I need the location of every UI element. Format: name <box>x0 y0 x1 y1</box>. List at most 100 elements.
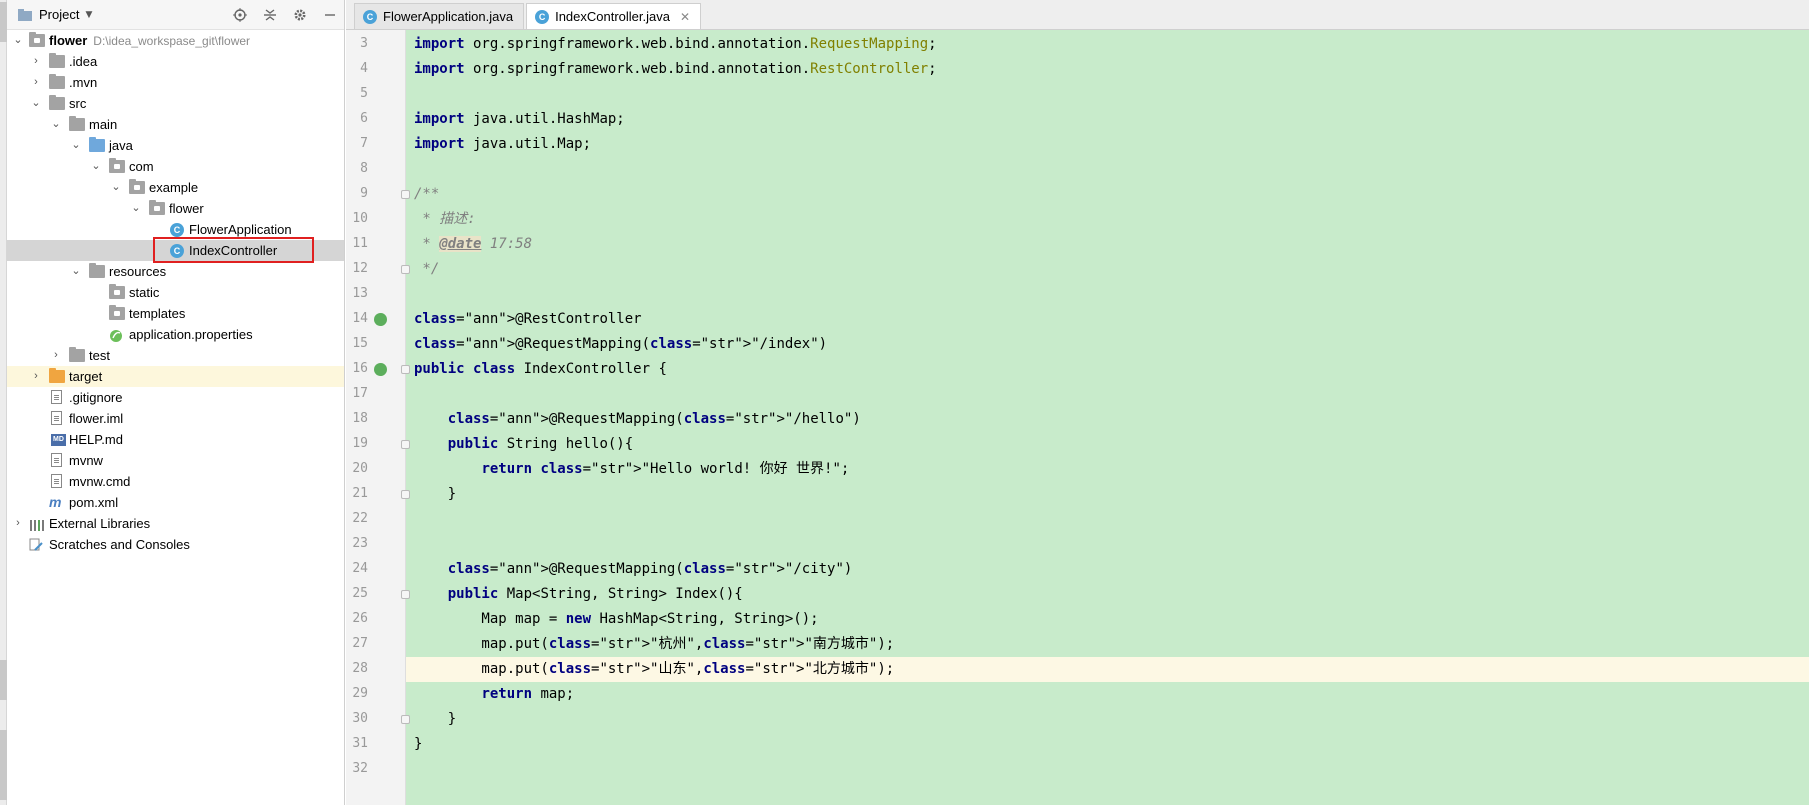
tab-flower-application[interactable]: C FlowerApplication.java <box>354 3 525 29</box>
chevron-right-icon[interactable]: › <box>29 51 43 72</box>
fold-marker-icon[interactable] <box>401 265 410 274</box>
code-line[interactable] <box>414 157 1809 182</box>
code-line[interactable]: /** <box>414 182 1809 207</box>
tree-item-example[interactable]: ⌄ example <box>7 177 344 198</box>
tree-item-target[interactable]: › target <box>7 366 344 387</box>
tree-item-flower-iml[interactable]: flower.iml <box>7 408 344 429</box>
code-line[interactable]: public String hello(){ <box>414 432 1809 457</box>
code-lines[interactable]: import org.springframework.web.bind.anno… <box>406 30 1809 805</box>
chevron-right-icon[interactable]: › <box>29 72 43 93</box>
fold-marker-icon[interactable] <box>401 590 410 599</box>
tree-item-flower-root[interactable]: ⌄ flower D:\idea_workspase_git\flower <box>7 30 344 51</box>
fold-marker-icon[interactable] <box>401 490 410 499</box>
tree-item-com[interactable]: ⌄ com <box>7 156 344 177</box>
tree-item-idea[interactable]: › .idea <box>7 51 344 72</box>
spring-bean-gutter-icon[interactable] <box>374 313 387 326</box>
class-icon: C <box>535 9 550 24</box>
chevron-down-icon[interactable]: ⌄ <box>11 30 25 51</box>
code-line[interactable]: import java.util.Map; <box>414 132 1809 157</box>
chevron-down-icon[interactable]: ⌄ <box>89 156 103 177</box>
chevron-down-icon[interactable]: ⌄ <box>29 93 43 114</box>
code-line[interactable]: * @date 17:58 <box>414 232 1809 257</box>
tree-item-flower-package[interactable]: ⌄ flower <box>7 198 344 219</box>
code-line[interactable] <box>414 757 1809 782</box>
code-line[interactable]: class="ann">@RestController <box>414 307 1809 332</box>
fold-marker-icon[interactable] <box>401 365 410 374</box>
code-line[interactable]: public class IndexController { <box>414 357 1809 382</box>
gear-icon[interactable] <box>292 7 308 23</box>
tree-item-external-libraries[interactable]: › External Libraries <box>7 513 344 534</box>
structure-tool-window-tab[interactable] <box>0 660 7 700</box>
code-line[interactable] <box>414 532 1809 557</box>
project-tool-window-tab[interactable] <box>0 2 7 42</box>
tree-item-label: .idea <box>69 54 98 69</box>
tree-item-gitignore[interactable]: .gitignore <box>7 387 344 408</box>
code-area[interactable]: 3 4 5 6 7 8 9 10 11 12 13 14 15 16 17 18 19 20 21 22 23 24 25 2… <box>346 30 1809 805</box>
tree-item-static[interactable]: static <box>7 282 344 303</box>
module-file-icon <box>51 411 62 425</box>
left-tool-stripe <box>0 0 7 805</box>
chevron-down-icon[interactable]: ⌄ <box>109 177 123 198</box>
code-line[interactable]: import java.util.HashMap; <box>414 107 1809 132</box>
project-panel-header: Project ▼ <box>7 0 344 30</box>
tree-item-main[interactable]: ⌄ main <box>7 114 344 135</box>
chevron-down-icon[interactable]: ⌄ <box>49 114 63 135</box>
tree-item-test[interactable]: › test <box>7 345 344 366</box>
view-dropdown-icon[interactable]: ▼ <box>85 10 92 20</box>
code-line[interactable]: } <box>414 732 1809 757</box>
chevron-down-icon[interactable]: ⌄ <box>69 135 83 156</box>
code-line[interactable]: map.put(class="str">"杭州",class="str">"南方… <box>414 632 1809 657</box>
code-line[interactable] <box>414 507 1809 532</box>
favorites-tool-window-tab[interactable] <box>0 730 7 800</box>
code-line[interactable]: map.put(class="str">"山东",class="str">"北方… <box>406 657 1809 682</box>
minimize-icon[interactable] <box>322 7 338 23</box>
fold-marker-icon[interactable] <box>401 715 410 724</box>
tree-item-scratches[interactable]: Scratches and Consoles <box>7 534 344 555</box>
tree-item-application-properties[interactable]: application.properties <box>7 324 344 345</box>
tree-item-java[interactable]: ⌄ java <box>7 135 344 156</box>
tree-item-src[interactable]: ⌄ src <box>7 93 344 114</box>
fold-marker-icon[interactable] <box>401 190 410 199</box>
tree-item-help-md[interactable]: MD HELP.md <box>7 429 344 450</box>
tree-item-templates[interactable]: templates <box>7 303 344 324</box>
line-number: 32 <box>352 761 368 776</box>
code-line[interactable]: public Map<String, String> Index(){ <box>414 582 1809 607</box>
tree-item-label: .gitignore <box>69 390 123 405</box>
code-line[interactable]: return map; <box>414 682 1809 707</box>
chevron-right-icon[interactable]: › <box>11 513 25 534</box>
line-number: 19 <box>352 436 368 451</box>
folder-icon <box>109 305 125 320</box>
collapse-all-icon[interactable] <box>262 7 278 23</box>
code-line[interactable]: } <box>414 707 1809 732</box>
tree-item-label: HELP.md <box>69 432 123 447</box>
chevron-right-icon[interactable]: › <box>49 345 63 366</box>
code-line[interactable]: import org.springframework.web.bind.anno… <box>414 32 1809 57</box>
fold-marker-icon[interactable] <box>401 440 410 449</box>
code-line[interactable]: */ <box>414 257 1809 282</box>
project-panel-title[interactable]: Project <box>39 7 79 22</box>
code-line[interactable]: class="ann">@RequestMapping(class="str">… <box>414 407 1809 432</box>
chevron-right-icon[interactable]: › <box>29 366 43 387</box>
tree-item-mvnw[interactable]: mvnw <box>7 450 344 471</box>
code-line[interactable]: import org.springframework.web.bind.anno… <box>414 57 1809 82</box>
code-line[interactable] <box>414 282 1809 307</box>
tree-item-resources[interactable]: ⌄ resources <box>7 261 344 282</box>
code-line[interactable]: } <box>414 482 1809 507</box>
tab-index-controller[interactable]: C IndexController.java ✕ <box>526 3 702 29</box>
close-icon[interactable]: ✕ <box>680 10 690 24</box>
code-line[interactable] <box>414 82 1809 107</box>
chevron-down-icon[interactable]: ⌄ <box>129 198 143 219</box>
spring-bean-gutter-icon[interactable] <box>374 363 387 376</box>
code-line[interactable]: * 描述: <box>414 207 1809 232</box>
chevron-down-icon[interactable]: ⌄ <box>69 261 83 282</box>
tree-item-mvn[interactable]: › .mvn <box>7 72 344 93</box>
code-line[interactable]: Map map = new HashMap<String, String>(); <box>414 607 1809 632</box>
tree-item-label: flower.iml <box>69 411 124 426</box>
tree-item-mvnw-cmd[interactable]: mvnw.cmd <box>7 471 344 492</box>
code-line[interactable]: class="ann">@RequestMapping(class="str">… <box>414 332 1809 357</box>
locate-file-icon[interactable] <box>232 7 248 23</box>
code-line[interactable]: return class="str">"Hello world! 你好 世界!"… <box>414 457 1809 482</box>
code-line[interactable]: class="ann">@RequestMapping(class="str">… <box>414 557 1809 582</box>
code-line[interactable] <box>414 382 1809 407</box>
tree-item-pom-xml[interactable]: m pom.xml <box>7 492 344 513</box>
